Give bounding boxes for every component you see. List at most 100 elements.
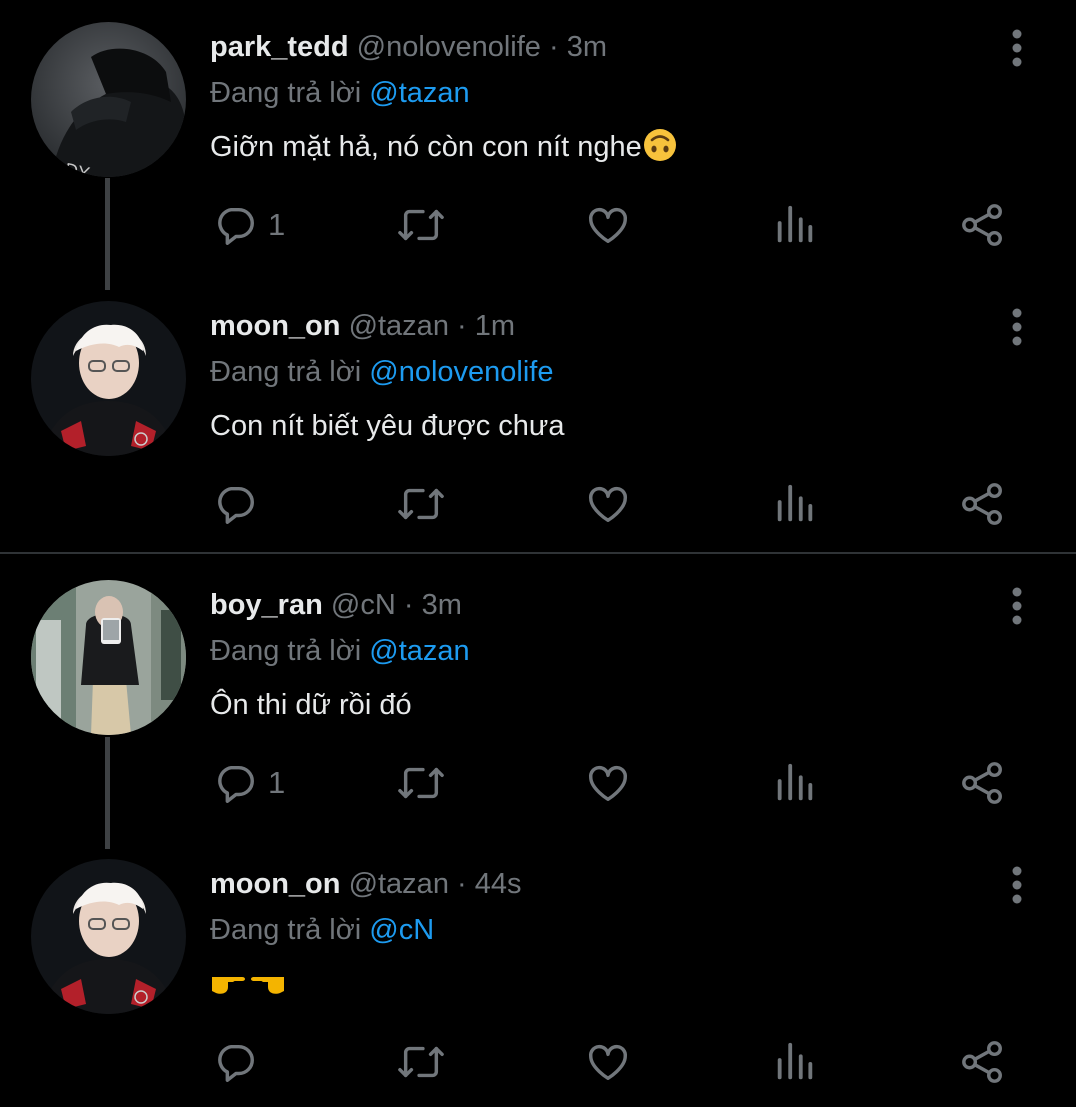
- tweet-text: [210, 964, 286, 1004]
- reply-icon: [218, 207, 254, 245]
- timestamp[interactable]: 44s: [475, 868, 522, 900]
- user-handle[interactable]: @cN: [331, 589, 396, 621]
- replying-to-label: Đang trả lời: [210, 914, 362, 946]
- pointing-hands-emoji: [212, 977, 284, 994]
- tweet-header: moon_on @tazan · 1m: [210, 306, 515, 346]
- reply-icon: [218, 486, 254, 524]
- retweet-button[interactable]: [395, 741, 447, 825]
- tweet-header: boy_ran @cN · 3m: [210, 585, 462, 625]
- separator-dot: ·: [403, 589, 414, 621]
- more-icon: [1012, 308, 1022, 346]
- views-icon: [777, 484, 813, 522]
- share-icon: [962, 762, 1002, 804]
- reply-feed: DDY park_tedd @nolovenolife · 3m Đang tr…: [0, 0, 1076, 1107]
- tweet[interactable]: moon_on @tazan · 44s Đang trả lời @cN: [0, 837, 1076, 1107]
- avatar[interactable]: [31, 859, 186, 1014]
- tweet-actions: 1: [210, 183, 1010, 267]
- tweet-text-content: Ôn thi dữ rồi đó: [210, 689, 412, 721]
- thread-divider: [0, 552, 1076, 554]
- more-button[interactable]: [1000, 584, 1034, 628]
- display-name[interactable]: moon_on: [210, 310, 341, 342]
- user-handle[interactable]: @tazan: [349, 310, 449, 342]
- reply-count: 1: [268, 765, 286, 800]
- retweet-button[interactable]: [395, 462, 447, 546]
- share-icon: [962, 483, 1002, 525]
- upside-down-face-emoji: [643, 129, 676, 161]
- like-button[interactable]: [585, 741, 631, 825]
- more-button[interactable]: [1000, 26, 1034, 70]
- tweet-text: Ôn thi dữ rồi đó: [210, 685, 412, 725]
- timestamp[interactable]: 3m: [567, 31, 607, 63]
- retweet-icon: [398, 767, 444, 799]
- like-button[interactable]: [585, 462, 631, 546]
- more-icon: [1012, 587, 1022, 625]
- more-button[interactable]: [1000, 863, 1034, 907]
- tweet[interactable]: DDY park_tedd @nolovenolife · 3m Đang tr…: [0, 0, 1076, 279]
- display-name[interactable]: park_tedd: [210, 31, 349, 63]
- avatar-blond-hair-image: [31, 301, 186, 456]
- views-button[interactable]: [775, 462, 815, 546]
- replying-to-mention[interactable]: @tazan: [369, 77, 469, 109]
- replying-to-mention[interactable]: @tazan: [369, 635, 469, 667]
- retweet-icon: [398, 209, 444, 241]
- replying-to: Đang trả lời @cN: [210, 910, 434, 950]
- reply-button[interactable]: [212, 1020, 268, 1104]
- more-icon: [1012, 29, 1022, 67]
- replying-to-mention[interactable]: @cN: [369, 914, 434, 946]
- replying-to: Đang trả lời @nolovenolife: [210, 352, 554, 392]
- separator-dot: ·: [457, 310, 467, 342]
- tweet-text: Giỡn mặt hả, nó còn con nít nghe: [210, 127, 677, 167]
- display-name[interactable]: boy_ran: [210, 589, 323, 621]
- views-button[interactable]: [775, 183, 815, 267]
- tweet-actions: 1: [210, 741, 1010, 825]
- more-icon: [1012, 866, 1022, 904]
- like-button[interactable]: [585, 183, 631, 267]
- user-handle[interactable]: @nolovenolife: [357, 31, 541, 63]
- share-button[interactable]: [960, 741, 1006, 825]
- display-name[interactable]: moon_on: [210, 868, 341, 900]
- avatar[interactable]: [31, 301, 186, 456]
- like-button[interactable]: [585, 1020, 631, 1104]
- share-icon: [962, 1041, 1002, 1083]
- replying-to: Đang trả lời @tazan: [210, 631, 470, 671]
- views-button[interactable]: [775, 741, 815, 825]
- separator-dot: ·: [548, 31, 559, 63]
- reply-button[interactable]: 1: [212, 741, 285, 825]
- retweet-button[interactable]: [395, 1020, 447, 1104]
- more-button[interactable]: [1000, 305, 1034, 349]
- replying-to-label: Đang trả lời: [210, 356, 362, 388]
- like-icon: [589, 765, 627, 802]
- share-button[interactable]: [960, 183, 1006, 267]
- tweet[interactable]: moon_on @tazan · 1m Đang trả lời @nolove…: [0, 279, 1076, 558]
- reply-icon: [218, 1044, 254, 1082]
- replying-to: Đang trả lời @tazan: [210, 73, 470, 113]
- views-icon: [777, 763, 813, 801]
- replying-to-label: Đang trả lời: [210, 77, 362, 109]
- retweet-icon: [398, 488, 444, 520]
- like-icon: [589, 1044, 627, 1081]
- avatar-mirror-selfie-image: [31, 580, 186, 735]
- retweet-button[interactable]: [395, 183, 447, 267]
- tweet[interactable]: boy_ran @cN · 3m Đang trả lời @tazan Ôn …: [0, 558, 1076, 837]
- tweet-header: moon_on @tazan · 44s: [210, 864, 522, 904]
- views-icon: [777, 1042, 813, 1080]
- replying-to-mention[interactable]: @nolovenolife: [369, 356, 553, 388]
- reply-button[interactable]: 1: [212, 183, 285, 267]
- user-handle[interactable]: @tazan: [349, 868, 449, 900]
- share-button[interactable]: [960, 462, 1006, 546]
- avatar[interactable]: DDY: [31, 22, 186, 177]
- tweet-text: Con nít biết yêu được chưa: [210, 406, 564, 446]
- reply-count: 1: [268, 207, 286, 242]
- separator-dot: ·: [457, 868, 467, 900]
- timestamp[interactable]: 1m: [475, 310, 515, 342]
- views-button[interactable]: [775, 1020, 815, 1104]
- reply-button[interactable]: [212, 462, 268, 546]
- avatar-dark-hoodie-image: DDY: [31, 22, 186, 177]
- tweet-header: park_tedd @nolovenolife · 3m: [210, 27, 607, 67]
- tweet-text-content: Giỡn mặt hả, nó còn con nít nghe: [210, 131, 642, 163]
- avatar-blond-hair-image: [31, 859, 186, 1014]
- avatar[interactable]: [31, 580, 186, 735]
- timestamp[interactable]: 3m: [422, 589, 462, 621]
- share-button[interactable]: [960, 1020, 1006, 1104]
- retweet-icon: [398, 1046, 444, 1078]
